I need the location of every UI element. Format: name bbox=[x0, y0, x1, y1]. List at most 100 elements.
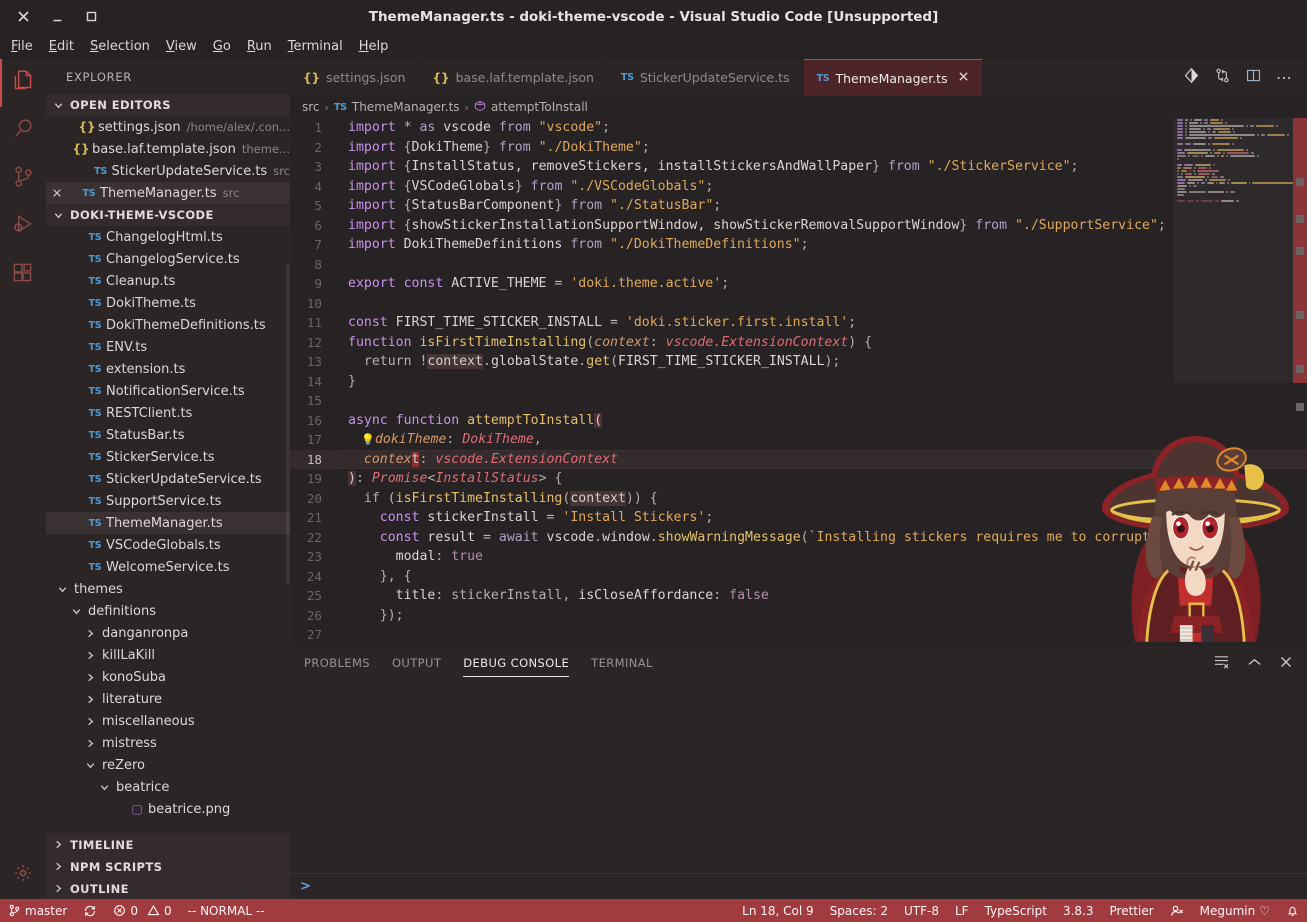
tree-file-row[interactable]: TS ChangelogHtml.ts bbox=[46, 226, 290, 248]
menu-go[interactable]: Go bbox=[206, 37, 238, 56]
activity-run-debug[interactable] bbox=[0, 203, 46, 251]
chevron-right-icon[interactable] bbox=[82, 672, 98, 683]
activity-explorer[interactable] bbox=[0, 59, 46, 107]
status-notifications[interactable] bbox=[1278, 899, 1307, 922]
status-typescript-version[interactable]: 3.8.3 bbox=[1055, 899, 1102, 922]
tree-folder-row[interactable]: reZero bbox=[46, 754, 290, 776]
split-editor-icon[interactable] bbox=[1245, 67, 1262, 88]
menu-terminal[interactable]: Terminal bbox=[281, 37, 350, 56]
status-sync[interactable] bbox=[75, 899, 105, 922]
minimize-window-button[interactable] bbox=[40, 3, 74, 31]
menu-run[interactable]: Run bbox=[240, 37, 279, 56]
tree-folder-row[interactable]: miscellaneous bbox=[46, 710, 290, 732]
status-encoding[interactable]: UTF-8 bbox=[896, 899, 947, 922]
tree-file-row[interactable]: TS ThemeManager.ts bbox=[46, 512, 290, 534]
status-live-share[interactable] bbox=[1162, 899, 1192, 922]
tree-folder-row[interactable]: literature bbox=[46, 688, 290, 710]
activity-search[interactable] bbox=[0, 107, 46, 155]
chevron-right-icon[interactable] bbox=[82, 694, 98, 705]
chevron-down-icon[interactable] bbox=[54, 584, 70, 595]
status-formatter[interactable]: Prettier bbox=[1102, 899, 1162, 922]
tree-file-row[interactable]: TS VSCodeGlobals.ts bbox=[46, 534, 290, 556]
tab-base-laf-template-json[interactable]: {} base.laf.template.json bbox=[419, 59, 608, 96]
editor-scrollbar[interactable] bbox=[1293, 118, 1307, 647]
chevron-down-icon[interactable] bbox=[96, 782, 112, 793]
close-window-button[interactable] bbox=[6, 3, 40, 31]
chevron-right-icon[interactable] bbox=[82, 628, 98, 639]
status-cursor-position[interactable]: Ln 18, Col 9 bbox=[734, 899, 822, 922]
tree-folder-row[interactable]: mistress bbox=[46, 732, 290, 754]
chevron-right-icon[interactable] bbox=[82, 650, 98, 661]
tree-file-row[interactable]: TS extension.ts bbox=[46, 358, 290, 380]
tree-file-row[interactable]: TS StatusBar.ts bbox=[46, 424, 290, 446]
activity-extensions[interactable] bbox=[0, 251, 46, 299]
section-timeline[interactable]: TIMELINE bbox=[46, 833, 290, 855]
run-debug-file-icon[interactable] bbox=[1183, 67, 1200, 88]
tree-file-row[interactable]: TS Cleanup.ts bbox=[46, 270, 290, 292]
status-language-mode[interactable]: TypeScript bbox=[977, 899, 1055, 922]
panel-tab-problems[interactable]: PROBLEMS bbox=[304, 650, 370, 677]
tree-file-row[interactable]: TS NotificationService.ts bbox=[46, 380, 290, 402]
typescript-file-icon: TS bbox=[88, 341, 102, 353]
menu-help[interactable]: Help bbox=[352, 37, 396, 56]
panel-tab-output[interactable]: OUTPUT bbox=[392, 650, 441, 677]
open-editor-row[interactable]: TS StickerUpdateService.ts src bbox=[46, 160, 290, 182]
open-editor-row[interactable]: {} base.laf.template.json theme... bbox=[46, 138, 290, 160]
close-editor-button[interactable] bbox=[46, 188, 68, 198]
debug-console-input-row[interactable]: > bbox=[290, 873, 1307, 899]
tree-file-row[interactable]: ▢ beatrice.png bbox=[46, 798, 290, 820]
open-editor-row[interactable]: {} settings.json /home/alex/.con... bbox=[46, 116, 290, 138]
chevron-down-icon[interactable] bbox=[82, 760, 98, 771]
close-panel-icon[interactable] bbox=[1279, 654, 1293, 673]
activity-source-control[interactable] bbox=[0, 155, 46, 203]
tree-file-row[interactable]: TS ENV.ts bbox=[46, 336, 290, 358]
tab-stickerupdateservice-ts[interactable]: TS StickerUpdateService.ts bbox=[607, 59, 804, 96]
tree-folder-row[interactable]: beatrice bbox=[46, 776, 290, 798]
chevron-right-icon[interactable] bbox=[82, 716, 98, 727]
chevron-right-icon[interactable] bbox=[82, 738, 98, 749]
breadcrumb-symbol[interactable]: attemptToInstall bbox=[491, 100, 588, 114]
panel-tab-debug-console[interactable]: DEBUG CONSOLE bbox=[463, 650, 570, 677]
tree-file-row[interactable]: TS SupportService.ts bbox=[46, 490, 290, 512]
menu-edit[interactable]: Edit bbox=[42, 37, 81, 56]
tree-folder-row[interactable]: killLaKill bbox=[46, 644, 290, 666]
tree-file-row[interactable]: TS ChangelogService.ts bbox=[46, 248, 290, 270]
maximize-window-button[interactable] bbox=[74, 3, 108, 31]
chevron-down-icon[interactable] bbox=[68, 606, 84, 617]
menu-view[interactable]: View bbox=[159, 37, 204, 56]
section-project[interactable]: DOKI-THEME-VSCODE bbox=[46, 204, 290, 226]
section-outline[interactable]: OUTLINE bbox=[46, 877, 290, 899]
close-tab-button[interactable] bbox=[958, 71, 969, 85]
maximize-panel-icon[interactable] bbox=[1247, 654, 1262, 673]
status-indentation[interactable]: Spaces: 2 bbox=[822, 899, 896, 922]
tree-file-row[interactable]: TS StickerUpdateService.ts bbox=[46, 468, 290, 490]
more-actions-icon[interactable]: ⋯ bbox=[1276, 69, 1293, 85]
panel-tab-terminal[interactable]: TERMINAL bbox=[591, 650, 653, 677]
tree-folder-row[interactable]: definitions bbox=[46, 600, 290, 622]
menu-file[interactable]: File bbox=[4, 37, 40, 56]
tree-file-row[interactable]: TS DokiThemeDefinitions.ts bbox=[46, 314, 290, 336]
open-changes-icon[interactable] bbox=[1214, 67, 1231, 88]
menu-selection[interactable]: Selection bbox=[83, 37, 157, 56]
tree-folder-row[interactable]: konoSuba bbox=[46, 666, 290, 688]
breadcrumb-file[interactable]: ThemeManager.ts bbox=[352, 100, 460, 114]
status-theme[interactable]: Megumin ♡ bbox=[1192, 899, 1278, 922]
tree-file-row[interactable]: TS WelcomeService.ts bbox=[46, 556, 290, 578]
code-editor[interactable]: 1 import * as vscode from "vscode"; 2 impor… bbox=[290, 118, 1307, 647]
tree-file-row[interactable]: TS RESTClient.ts bbox=[46, 402, 290, 424]
tree-file-row[interactable]: TS StickerService.ts bbox=[46, 446, 290, 468]
section-npm-scripts[interactable]: NPM SCRIPTS bbox=[46, 855, 290, 877]
section-open-editors[interactable]: OPEN EDITORS bbox=[46, 94, 290, 116]
clear-console-icon[interactable] bbox=[1213, 654, 1230, 673]
breadcrumb-folder[interactable]: src bbox=[302, 100, 320, 114]
tree-folder-row[interactable]: danganronpa bbox=[46, 622, 290, 644]
open-editor-row-active[interactable]: TS ThemeManager.ts src bbox=[46, 182, 290, 204]
activity-manage-settings[interactable] bbox=[0, 851, 46, 899]
status-problems[interactable]: 0 0 bbox=[105, 899, 179, 922]
tree-folder-row[interactable]: themes bbox=[46, 578, 290, 600]
tree-file-row[interactable]: TS DokiTheme.ts bbox=[46, 292, 290, 314]
tab-thememanager-ts[interactable]: TS ThemeManager.ts bbox=[803, 59, 983, 96]
tab-settings-json[interactable]: {} settings.json bbox=[290, 59, 420, 96]
status-branch[interactable]: master bbox=[0, 899, 75, 922]
status-eol[interactable]: LF bbox=[947, 899, 977, 922]
